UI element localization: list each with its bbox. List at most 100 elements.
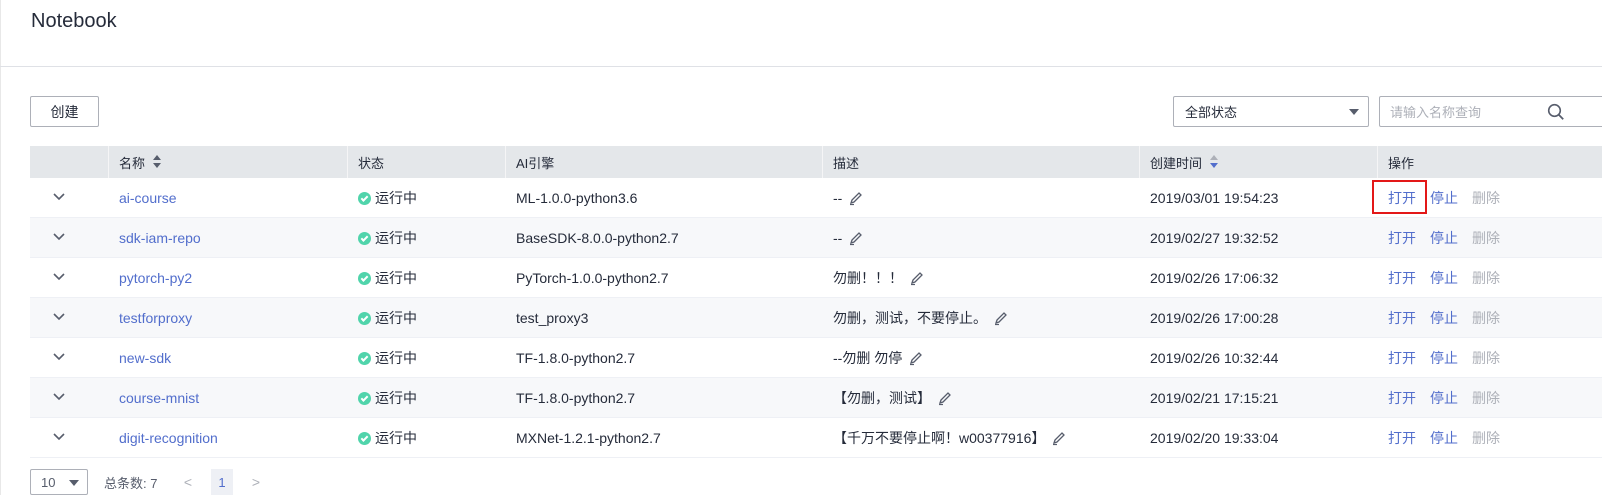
page-size-select[interactable]: 10 (30, 469, 88, 495)
notebook-name-link[interactable]: digit-recognition (119, 430, 218, 446)
created-cell: 2019/02/26 17:00:28 (1150, 310, 1279, 326)
delete-button: 删除 (1472, 350, 1500, 366)
description-cell: -- (833, 218, 864, 258)
running-status-icon (358, 391, 371, 405)
edit-icon[interactable] (908, 350, 924, 366)
notebook-name-link[interactable]: new-sdk (119, 350, 171, 366)
description-cell: 勿删，测试，不要停止。 (833, 298, 1009, 338)
column-name[interactable]: 名称 (119, 146, 162, 178)
status-text: 运行中 (375, 310, 417, 326)
chevron-down-icon[interactable] (52, 432, 66, 442)
table-row: course-mnist 运行中 TF-1.8.0-python2.7 【勿删，测试】… (30, 378, 1602, 418)
edit-icon[interactable] (909, 270, 925, 286)
create-button[interactable]: 创建 (30, 96, 99, 127)
prev-page-button[interactable]: < (174, 469, 202, 495)
status-text: 运行中 (375, 350, 417, 366)
description-cell: 勿删！！！ (833, 258, 925, 298)
name-cell: testforproxy (119, 298, 192, 338)
name-cell: pytorch-py2 (119, 258, 192, 298)
open-button[interactable]: 打开 (1388, 308, 1416, 328)
description-cell: --勿删 勿停 (833, 338, 924, 378)
notebook-name-link[interactable]: sdk-iam-repo (119, 230, 201, 246)
open-button[interactable]: 打开 (1388, 228, 1416, 248)
engine-cell: test_proxy3 (516, 310, 589, 326)
header-divider (0, 66, 1602, 67)
sort-icon[interactable] (153, 155, 162, 169)
open-button[interactable]: 打开 (1388, 188, 1416, 208)
chevron-down-icon[interactable] (52, 272, 66, 282)
engine-cell: MXNet-1.2.1-python2.7 (516, 430, 661, 446)
next-page-button[interactable]: > (242, 469, 270, 495)
edit-icon[interactable] (993, 310, 1009, 326)
status-cell: 运行中 (358, 218, 417, 258)
stop-button[interactable]: 停止 (1430, 308, 1458, 328)
name-cell: digit-recognition (119, 418, 218, 458)
running-status-icon (358, 231, 371, 245)
running-status-icon (358, 431, 371, 445)
edit-icon[interactable] (937, 390, 953, 406)
chevron-down-icon[interactable] (52, 312, 66, 322)
delete-button: 删除 (1472, 390, 1500, 406)
open-button[interactable]: 打开 (1388, 428, 1416, 448)
description-text: -- (833, 190, 843, 206)
description-text: -- (833, 230, 843, 246)
status-cell: 运行中 (358, 418, 417, 458)
delete-button: 删除 (1472, 310, 1500, 326)
actions-cell: 打开 停止 删除 (1388, 218, 1514, 258)
chevron-down-icon (69, 480, 79, 486)
table-row: pytorch-py2 运行中 PyTorch-1.0.0-python2.7 勿删！… (30, 258, 1602, 298)
stop-button[interactable]: 停止 (1430, 188, 1458, 208)
notebook-name-link[interactable]: pytorch-py2 (119, 270, 192, 286)
open-button[interactable]: 打开 (1388, 388, 1416, 408)
notebook-name-link[interactable]: course-mnist (119, 390, 199, 406)
name-cell: sdk-iam-repo (119, 218, 201, 258)
status-filter-select[interactable]: 全部状态 (1173, 96, 1369, 127)
description-cell: 【千万不要停止啊！w00377916】 (833, 418, 1067, 458)
engine-cell: PyTorch-1.0.0-python2.7 (516, 270, 669, 286)
column-description: 描述 (833, 155, 860, 171)
chevron-down-icon[interactable] (52, 232, 66, 242)
page-size-value: 10 (41, 474, 56, 490)
chevron-down-icon[interactable] (52, 352, 66, 362)
name-cell: new-sdk (119, 338, 171, 378)
column-created[interactable]: 创建时间 (1150, 146, 1219, 178)
edit-icon[interactable] (1051, 430, 1067, 446)
stop-button[interactable]: 停止 (1430, 428, 1458, 448)
table-header: 名称 状态 AI引擎 描述 创建时间 操作 (30, 146, 1602, 178)
chevron-down-icon[interactable] (52, 392, 66, 402)
total-count: 总条数: 7 (104, 476, 158, 491)
edit-icon[interactable] (848, 230, 864, 246)
actions-cell: 打开 停止 删除 (1388, 378, 1514, 418)
description-text: 勿删，测试，不要停止。 (833, 310, 987, 326)
page-number[interactable]: 1 (211, 469, 233, 495)
table-row: ai-course 运行中 ML-1.0.0-python3.6 -- 2019/03/… (30, 178, 1602, 218)
notebook-name-link[interactable]: testforproxy (119, 310, 192, 326)
description-text: 【勿删，测试】 (833, 390, 931, 406)
edit-icon[interactable] (848, 190, 864, 206)
status-text: 运行中 (375, 190, 417, 206)
column-status: 状态 (358, 155, 385, 171)
name-cell: ai-course (119, 178, 177, 218)
delete-button: 删除 (1472, 270, 1500, 286)
sort-icon[interactable] (1210, 155, 1219, 169)
running-status-icon (358, 271, 371, 285)
stop-button[interactable]: 停止 (1430, 228, 1458, 248)
stop-button[interactable]: 停止 (1430, 268, 1458, 288)
search-input[interactable] (1390, 103, 1540, 121)
search-icon[interactable] (1547, 103, 1565, 121)
stop-button[interactable]: 停止 (1430, 388, 1458, 408)
column-created-label: 创建时间 (1150, 155, 1203, 171)
description-text: 勿删！！！ (833, 270, 903, 286)
engine-cell: TF-1.8.0-python2.7 (516, 350, 636, 366)
chevron-down-icon[interactable] (52, 192, 66, 202)
engine-cell: TF-1.8.0-python2.7 (516, 390, 636, 406)
open-button[interactable]: 打开 (1388, 268, 1416, 288)
status-text: 运行中 (375, 270, 417, 286)
notebook-name-link[interactable]: ai-course (119, 190, 177, 206)
status-cell: 运行中 (358, 178, 417, 218)
stop-button[interactable]: 停止 (1430, 348, 1458, 368)
open-button[interactable]: 打开 (1388, 348, 1416, 368)
table-body: ai-course 运行中 ML-1.0.0-python3.6 -- 2019/03/… (30, 178, 1602, 458)
table-row: digit-recognition 运行中 MXNet-1.2.1-python2.… (30, 418, 1602, 458)
description-text: 【千万不要停止啊！w00377916】 (833, 430, 1046, 446)
